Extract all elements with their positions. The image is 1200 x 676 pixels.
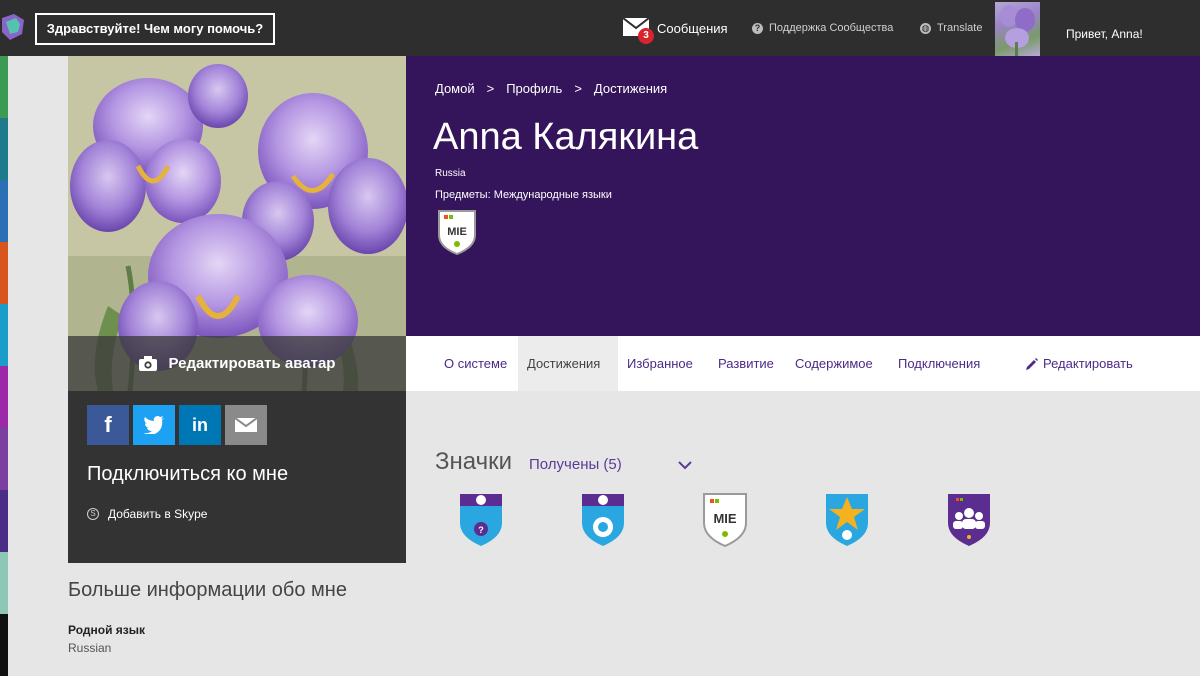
messages-count-badge: 3 xyxy=(638,28,654,44)
mie-badge-text: MIE xyxy=(713,511,736,526)
connect-panel: f in Подключиться ко мне S Добавить в Sk… xyxy=(68,391,406,563)
question-icon: ? xyxy=(752,22,763,34)
skype-icon: S xyxy=(87,508,99,520)
support-label: Поддержка Сообщества xyxy=(769,22,894,34)
twitter-button[interactable] xyxy=(133,405,175,445)
svg-text:?: ? xyxy=(478,525,484,535)
help-button[interactable]: Здравствуйте! Чем могу помочь? xyxy=(35,13,275,45)
globe-icon: ◍ xyxy=(920,22,931,34)
profile-country: Russia xyxy=(435,168,466,179)
tab-achievements[interactable]: Достижения xyxy=(518,336,618,391)
mie-badge-icon[interactable]: MIE xyxy=(437,207,477,260)
support-link[interactable]: ? Поддержка Сообщества xyxy=(752,0,893,56)
top-bar: Здравствуйте! Чем могу помочь? 3 Сообщен… xyxy=(0,0,1200,56)
breadcrumb-profile[interactable]: Профиль xyxy=(506,81,562,96)
tab-connections[interactable]: Подключения xyxy=(889,336,989,391)
envelope-icon: 3 xyxy=(622,17,654,44)
facebook-icon: f xyxy=(104,412,112,437)
translate-link[interactable]: ◍ Translate xyxy=(920,0,982,56)
twitter-icon xyxy=(143,416,164,434)
tab-edit-label: Редактировать xyxy=(1043,356,1133,371)
linkedin-button[interactable]: in xyxy=(179,405,221,445)
linkedin-icon: in xyxy=(192,414,208,435)
left-color-strip xyxy=(0,56,8,676)
email-share-button[interactable] xyxy=(225,405,267,445)
breadcrumb-achievements: Достижения xyxy=(593,81,668,96)
profile-name: Anna Калякина xyxy=(433,116,699,158)
breadcrumb-separator: > xyxy=(486,81,495,96)
translate-label: Translate xyxy=(937,22,983,34)
user-greeting[interactable]: Привет, Anna! xyxy=(1066,0,1143,56)
microsoft-community-badge[interactable] xyxy=(945,491,993,547)
badges-filter[interactable]: Получены (5) xyxy=(529,456,622,473)
badges-title: Значки xyxy=(435,448,512,475)
add-to-skype-link[interactable]: S Добавить в Skype xyxy=(87,507,207,521)
tab-edit[interactable]: Редактировать xyxy=(1016,336,1142,391)
connect-title: Подключиться ко мне xyxy=(87,463,289,485)
mystery-skype-badge[interactable]: ? xyxy=(457,491,505,547)
breadcrumb-home[interactable]: Домой xyxy=(435,81,475,96)
mail-icon xyxy=(235,418,257,432)
community-logo-icon[interactable] xyxy=(0,12,26,42)
pencil-icon xyxy=(1026,357,1038,370)
more-info-title: Больше информации обо мне xyxy=(68,579,347,601)
certified-mie-badge[interactable]: MIE xyxy=(701,491,749,547)
chevron-down-icon[interactable] xyxy=(678,460,692,470)
add-to-skype-label: Добавить в Skype xyxy=(108,507,208,521)
tab-content[interactable]: Содержимое xyxy=(786,336,882,391)
native-language-value: Russian xyxy=(68,641,112,655)
profile-subjects: Предметы: Международные языки xyxy=(435,189,612,201)
breadcrumb-separator: > xyxy=(574,81,582,96)
facebook-button[interactable]: f xyxy=(87,405,129,445)
edit-avatar-label: Редактировать аватар xyxy=(168,355,336,372)
messages-link[interactable]: 3 Сообщения xyxy=(622,0,728,56)
tab-favorites[interactable]: Избранное xyxy=(618,336,702,391)
edit-avatar-button[interactable]: Редактировать аватар xyxy=(68,336,406,391)
breadcrumb: Домой > Профиль > Достижения xyxy=(435,81,667,96)
native-language-label: Родной язык xyxy=(68,623,146,637)
messages-label: Сообщения xyxy=(657,20,728,36)
skype-collaborations-badge[interactable] xyxy=(579,491,627,547)
tab-about[interactable]: О системе xyxy=(435,336,516,391)
tab-development[interactable]: Развитие xyxy=(709,336,783,391)
skype-star-badge[interactable] xyxy=(823,491,871,547)
mie-badge-text: MIE xyxy=(447,226,467,238)
camera-icon xyxy=(138,356,157,371)
user-avatar[interactable] xyxy=(995,2,1040,56)
